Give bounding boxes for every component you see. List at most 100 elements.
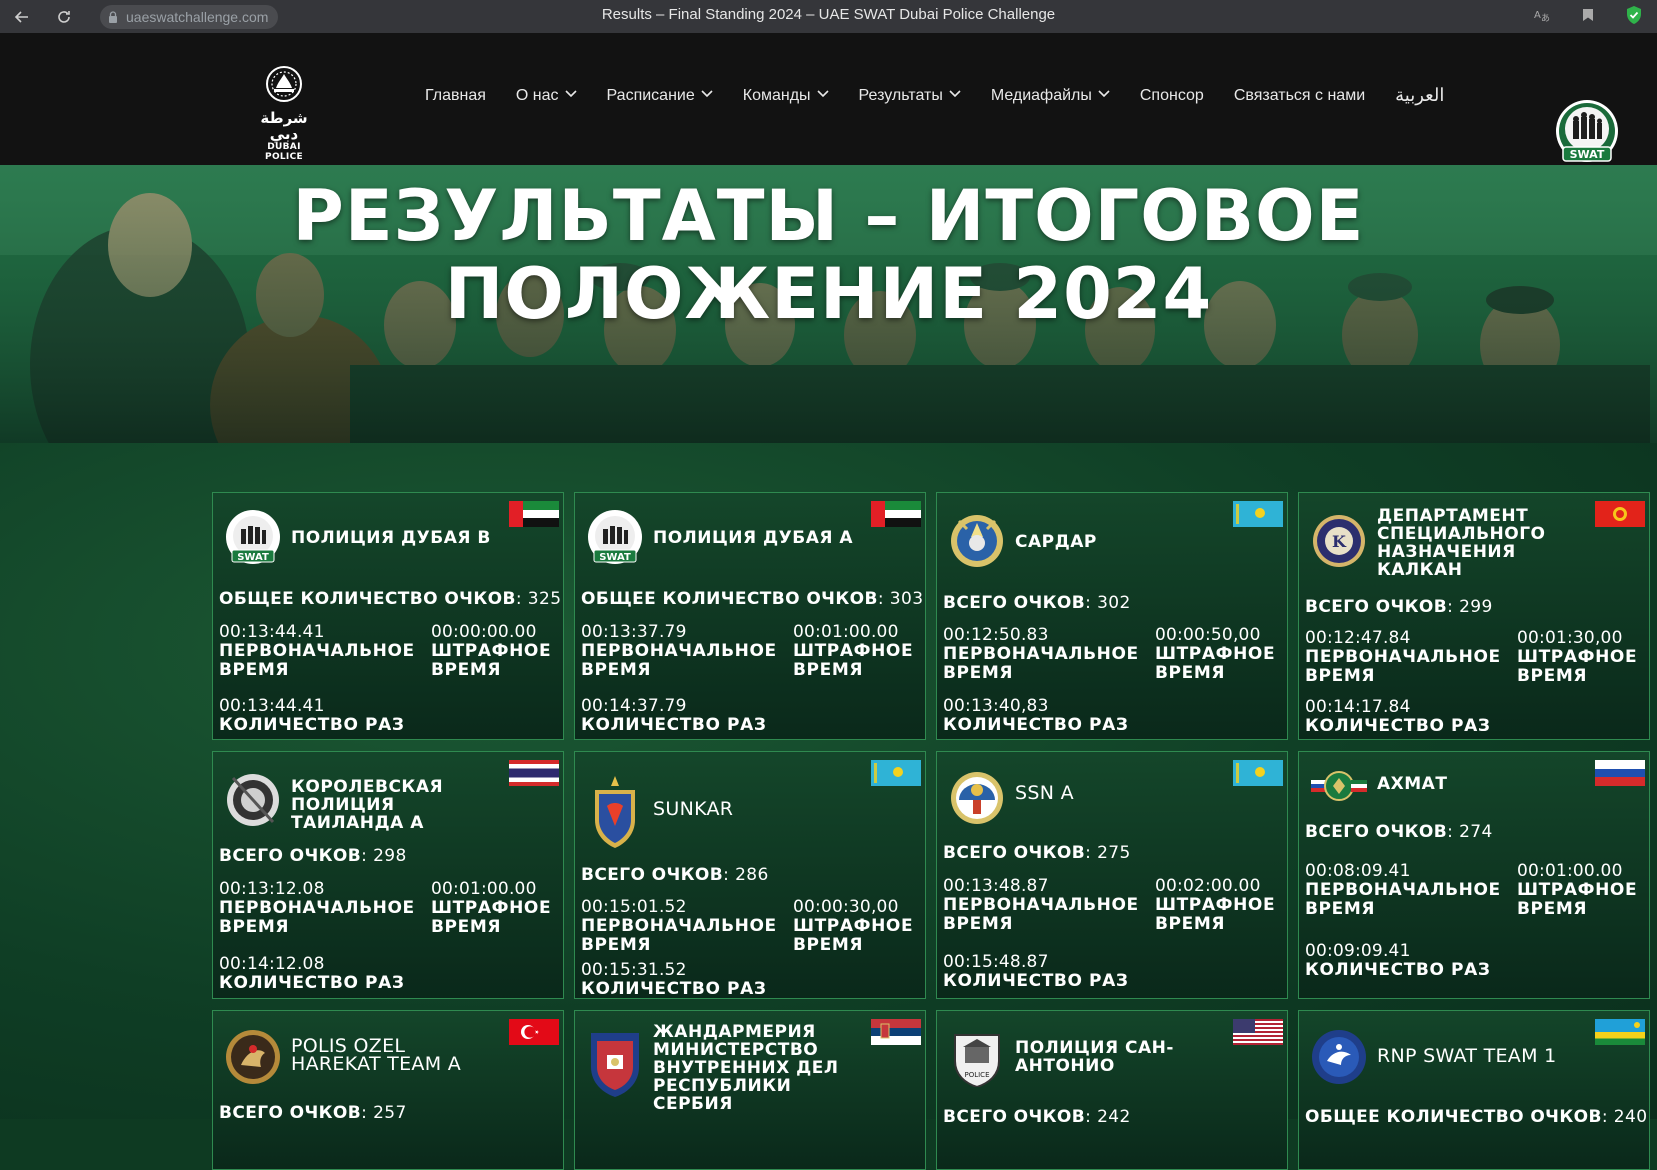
team-points: ОБЩЕЕ КОЛИЧЕСТВО ОЧКОВ: 240 bbox=[1305, 1107, 1648, 1127]
team-card[interactable]: SWAT ПОЛИЦИЯ ДУБАЯ A ОБЩЕЕ КОЛИЧЕСТВО ОЧ… bbox=[574, 492, 926, 740]
initial-time: 00:12:47.84 ПЕРВОНАЧАЛЬНОЕ ВРЕМЯ bbox=[1305, 628, 1501, 686]
initial-time: 00:13:44.41 ПЕРВОНАЧАЛЬНОЕ ВРЕМЯ bbox=[219, 622, 415, 680]
turkiye-emblem-icon bbox=[226, 1030, 280, 1084]
nav-arabic[interactable]: العربية bbox=[1395, 85, 1444, 106]
total-time: 00:13:44.41 КОЛИЧЕСТВО РАЗ bbox=[219, 696, 405, 735]
nav-teams[interactable]: Команды bbox=[743, 87, 829, 105]
penalty-time: 00:00:30,00 ШТРАФНОЕ ВРЕМЯ bbox=[793, 897, 914, 955]
chevron-down-icon bbox=[949, 90, 961, 101]
team-name: ПОЛИЦИЯ ДУБАЯ A bbox=[653, 528, 854, 548]
flag-russia-icon bbox=[1595, 760, 1645, 786]
team-card[interactable]: SWAT ПОЛИЦИЯ ДУБАЯ B ОБЩЕЕ КОЛИЧЕСТВО ОЧ… bbox=[212, 492, 564, 740]
nav-about[interactable]: О нас bbox=[516, 87, 577, 105]
page-title: РЕЗУЛЬТАТЫ – ИТОГОВОЕ ПОЛОЖЕНИЕ 2024 bbox=[0, 177, 1657, 333]
team-points: ВСЕГО ОЧКОВ: 299 bbox=[1305, 597, 1493, 617]
nav-results[interactable]: Результаты bbox=[859, 87, 961, 105]
team-name: САРДАР bbox=[1015, 532, 1097, 552]
team-card[interactable]: КОРОЛЕВСКАЯ ПОЛИЦИЯ ТАИЛАНДА A ВСЕГО ОЧК… bbox=[212, 751, 564, 999]
page-title-line1: РЕЗУЛЬТАТЫ – ИТОГОВОЕ bbox=[292, 175, 1365, 257]
back-icon[interactable] bbox=[10, 5, 34, 29]
swat-icon: SWAT bbox=[226, 510, 280, 564]
team-card[interactable]: ЖАНДАРМЕРИЯ МИНИСТЕРСТВО ВНУТРЕННИХ ДЕЛ … bbox=[574, 1010, 926, 1170]
nav-sponsor[interactable]: Спонсор bbox=[1140, 87, 1204, 105]
nav-home[interactable]: Главная bbox=[425, 87, 486, 105]
translate-icon[interactable]: Aあ bbox=[1531, 4, 1553, 26]
lock-icon bbox=[109, 10, 117, 23]
flag-kazakhstan-icon bbox=[1233, 501, 1283, 527]
flag-uae-icon bbox=[871, 501, 921, 527]
team-card[interactable]: POLIS OZEL HAREKAT TEAM A ВСЕГО ОЧКОВ: 2… bbox=[212, 1010, 564, 1170]
logo-arabic-text: شرطة دبي bbox=[260, 109, 308, 143]
team-card[interactable]: САРДАР ВСЕГО ОЧКОВ: 302 00:12:50.83 ПЕРВО… bbox=[936, 492, 1288, 740]
logo-english-text: DUBAI POLICE bbox=[265, 142, 303, 162]
total-time: 00:15:48.87 КОЛИЧЕСТВО РАЗ bbox=[943, 952, 1129, 991]
flag-turkey-icon bbox=[509, 1019, 559, 1045]
nav-schedule[interactable]: Расписание bbox=[607, 87, 713, 105]
chevron-down-icon bbox=[816, 90, 829, 101]
dubai-police-logo[interactable]: شرطة دبي DUBAI POLICE bbox=[248, 64, 320, 162]
dubai-police-emblem-icon bbox=[266, 66, 302, 102]
thai-police-emblem-icon bbox=[227, 774, 279, 826]
total-time: 00:13:40,83 КОЛИЧЕСТВО РАЗ bbox=[943, 696, 1129, 735]
svg-text:K: K bbox=[1332, 532, 1347, 551]
team-card[interactable]: RNP SWAT TEAM 1 ОБЩЕЕ КОЛИЧЕСТВО ОЧКОВ: … bbox=[1298, 1010, 1650, 1170]
team-card[interactable]: SUNKAR ВСЕГО ОЧКОВ: 286 00:15:01.52 ПЕРВО… bbox=[574, 751, 926, 999]
address-bar[interactable]: uaeswatchallenge.com bbox=[100, 4, 279, 29]
initial-time: 00:08:09.41 ПЕРВОНАЧАЛЬНОЕ ВРЕМЯ bbox=[1305, 861, 1501, 919]
team-name: SSN A bbox=[1015, 782, 1074, 804]
reload-icon[interactable] bbox=[52, 5, 76, 29]
swat-logo[interactable]: SWAT bbox=[1553, 99, 1621, 167]
bookmark-icon[interactable] bbox=[1577, 4, 1599, 26]
flag-rwanda-icon bbox=[1595, 1019, 1645, 1045]
flag-uae-icon bbox=[509, 501, 559, 527]
total-time: 00:15:31.52 КОЛИЧЕСТВО РАЗ bbox=[581, 960, 767, 999]
rnp-emblem-icon bbox=[1312, 1030, 1366, 1084]
team-points: ВСЕГО ОЧКОВ: 274 bbox=[1305, 822, 1493, 842]
penalty-time: 00:01:00.00 ШТРАФНОЕ ВРЕМЯ bbox=[1517, 861, 1638, 919]
chevron-down-icon bbox=[701, 90, 713, 101]
page-title-line2: ПОЛОЖЕНИЕ 2024 bbox=[444, 253, 1213, 335]
chevron-down-icon bbox=[1098, 90, 1110, 101]
svg-text:SWAT: SWAT bbox=[237, 552, 269, 563]
shield-check-icon[interactable] bbox=[1623, 4, 1645, 26]
total-time: 00:14:12.08 КОЛИЧЕСТВО РАЗ bbox=[219, 954, 405, 993]
penalty-time: 00:01:30,00 ШТРАФНОЕ ВРЕМЯ bbox=[1517, 628, 1638, 686]
penalty-time: 00:00:00.00 ШТРАФНОЕ ВРЕМЯ bbox=[431, 622, 552, 680]
nav-contact[interactable]: Связаться с нами bbox=[1234, 87, 1365, 105]
team-card[interactable]: SSN A ВСЕГО ОЧКОВ: 275 00:13:48.87 ПЕРВОН… bbox=[936, 751, 1288, 999]
site-header: شرطة دبي DUBAI POLICE Главная О нас Расп… bbox=[0, 33, 1657, 165]
team-card[interactable]: POLICE ПОЛИЦИЯ САН-АНТОНИО ВСЕГО ОЧКОВ: … bbox=[936, 1010, 1288, 1170]
flag-kyrgyzstan-icon bbox=[1595, 501, 1645, 527]
initial-time: 00:13:37.79 ПЕРВОНАЧАЛЬНОЕ ВРЕМЯ bbox=[581, 622, 777, 680]
team-points: ВСЕГО ОЧКОВ: 242 bbox=[943, 1107, 1131, 1127]
svg-text:A: A bbox=[1534, 10, 1541, 21]
flag-thailand-icon bbox=[509, 760, 559, 786]
hero-banner: РЕЗУЛЬТАТЫ – ИТОГОВОЕ ПОЛОЖЕНИЕ 2024 bbox=[0, 165, 1657, 443]
penalty-time: 00:01:00.00 ШТРАФНОЕ ВРЕМЯ bbox=[431, 879, 552, 937]
flag-usa-icon bbox=[1233, 1019, 1283, 1045]
team-card[interactable]: АХМАТ ВСЕГО ОЧКОВ: 274 00:08:09.41 ПЕРВОН… bbox=[1298, 751, 1650, 999]
swat-icon: SWAT bbox=[588, 510, 642, 564]
team-name: АХМАТ bbox=[1377, 774, 1448, 794]
team-points: ОБЩЕЕ КОЛИЧЕСТВО ОЧКОВ: 325 bbox=[219, 589, 562, 609]
penalty-time: 00:00:50,00 ШТРАФНОЕ ВРЕМЯ bbox=[1155, 625, 1276, 683]
svg-text:POLICE: POLICE bbox=[964, 1071, 989, 1079]
flag-serbia-icon bbox=[871, 1019, 921, 1045]
results-section: SWAT ПОЛИЦИЯ ДУБАЯ B ОБЩЕЕ КОЛИЧЕСТВО ОЧ… bbox=[0, 443, 1657, 1170]
sunkar-emblem-icon bbox=[595, 776, 635, 848]
team-points: ВСЕГО ОЧКОВ: 257 bbox=[219, 1103, 407, 1123]
team-name: КОРОЛЕВСКАЯ ПОЛИЦИЯ ТАИЛАНДА A bbox=[291, 777, 444, 833]
total-time: 00:14:17.84 КОЛИЧЕСТВО РАЗ bbox=[1305, 697, 1491, 736]
gendarmerie-emblem-icon bbox=[591, 1033, 639, 1097]
penalty-time: 00:02:00.00 ШТРАФНОЕ ВРЕМЯ bbox=[1155, 876, 1276, 934]
team-card[interactable]: K ДЕПАРТАМЕНТ СПЕЦИАЛЬНОГО НАЗНАЧЕНИЯ КА… bbox=[1298, 492, 1650, 740]
team-points: ВСЕГО ОЧКОВ: 298 bbox=[219, 846, 407, 866]
main-nav: Главная О нас Расписание Команды Результ… bbox=[425, 85, 1444, 106]
svg-text:SWAT: SWAT bbox=[599, 552, 631, 563]
san-antonio-police-icon: POLICE bbox=[954, 1034, 1000, 1087]
initial-time: 00:13:48.87 ПЕРВОНАЧАЛЬНОЕ ВРЕМЯ bbox=[943, 876, 1139, 934]
team-name: ПОЛИЦИЯ ДУБАЯ B bbox=[291, 528, 491, 548]
team-name: SUNKAR bbox=[653, 798, 734, 820]
team-points: ОБЩЕЕ КОЛИЧЕСТВО ОЧКОВ: 303 bbox=[581, 589, 924, 609]
nav-media[interactable]: Медиафайлы bbox=[991, 87, 1110, 105]
